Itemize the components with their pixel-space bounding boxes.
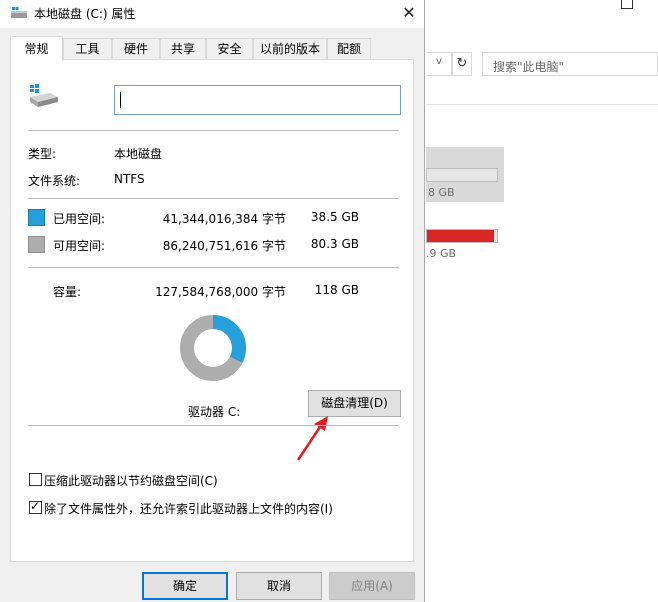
capacity-label: 容量: — [53, 285, 82, 299]
search-input[interactable]: 搜索"此电脑" — [482, 52, 658, 76]
ok-button[interactable]: 确定 — [142, 572, 228, 600]
close-icon: ✕ — [402, 3, 416, 22]
chevron-down-icon: v — [436, 56, 442, 67]
drive-letter-label: 驱动器 C: — [188, 405, 241, 419]
divider — [28, 267, 399, 268]
tab-security[interactable]: 安全 — [206, 38, 253, 59]
drive-icon-small — [11, 7, 27, 18]
tab-quota[interactable]: 配额 — [327, 38, 371, 59]
filesystem-value: NTFS — [114, 172, 145, 186]
maximize-icon[interactable] — [621, 0, 633, 9]
divider — [28, 198, 399, 199]
drive-size-text: 8 GB — [428, 186, 455, 199]
type-label: 类型: — [28, 147, 57, 161]
used-space-swatch — [28, 209, 45, 226]
filesystem-label: 文件系统: — [28, 174, 81, 188]
index-checkbox[interactable]: ✓ — [29, 499, 42, 514]
used-space-label: 已用空间: — [53, 212, 106, 226]
tab-previous-versions[interactable]: 以前的版本 — [253, 38, 327, 59]
free-space-bytes: 86,240,751,616 字节 — [162, 239, 286, 253]
drive-usage-bar-full — [426, 229, 498, 243]
type-value: 本地磁盘 — [114, 147, 163, 161]
used-space-size: 38.5 GB — [310, 210, 359, 224]
disk-usage-donut — [180, 315, 246, 381]
free-space-size: 80.3 GB — [310, 237, 359, 251]
toolbar-divider — [426, 104, 658, 105]
free-space-label: 可用空间: — [53, 239, 106, 253]
free-space-swatch — [28, 236, 45, 253]
index-label[interactable]: 除了文件属性外，还允许索引此驱动器上文件的内容(I) — [44, 500, 333, 517]
red-arrow-annotation — [296, 416, 328, 461]
drive-usage-bar — [426, 168, 498, 182]
tab-hardware[interactable]: 硬件 — [112, 38, 160, 59]
text-caret — [120, 92, 121, 108]
tab-tools[interactable]: 工具 — [63, 38, 112, 59]
used-space-bytes: 41,344,016,384 字节 — [162, 212, 286, 226]
tab-general[interactable]: 常规 — [10, 36, 63, 61]
divider — [28, 130, 399, 131]
refresh-button[interactable]: ↻ — [452, 52, 472, 76]
checkmark-icon: ✓ — [30, 499, 41, 513]
drive-size-text-2: .9 GB — [426, 247, 457, 260]
drive-name-input[interactable] — [114, 85, 401, 115]
drive-usage-fill — [427, 230, 494, 242]
tab-sharing[interactable]: 共享 — [160, 38, 206, 59]
apply-button[interactable]: 应用(A) — [329, 572, 415, 600]
search-placeholder: 搜索"此电脑" — [493, 60, 565, 74]
cancel-button[interactable]: 取消 — [236, 572, 322, 600]
compress-checkbox[interactable] — [29, 473, 42, 486]
divider — [28, 425, 399, 426]
close-button[interactable]: ✕ — [396, 2, 422, 24]
dialog-title: 本地磁盘 (C:) 属性 — [34, 7, 136, 21]
capacity-bytes: 127,584,768,000 字节 — [155, 285, 286, 299]
properties-dialog: 本地磁盘 (C:) 属性 ✕ 常规 工具 硬件 共享 安全 以前的版本 配额 类… — [0, 0, 425, 602]
title-bar[interactable]: 本地磁盘 (C:) 属性 ✕ — [0, 0, 424, 28]
compress-label[interactable]: 压缩此驱动器以节约磁盘空间(C) — [44, 472, 218, 489]
capacity-size: 118 GB — [314, 283, 359, 297]
address-dropdown[interactable]: v — [426, 52, 452, 76]
drive-icon — [30, 84, 58, 107]
